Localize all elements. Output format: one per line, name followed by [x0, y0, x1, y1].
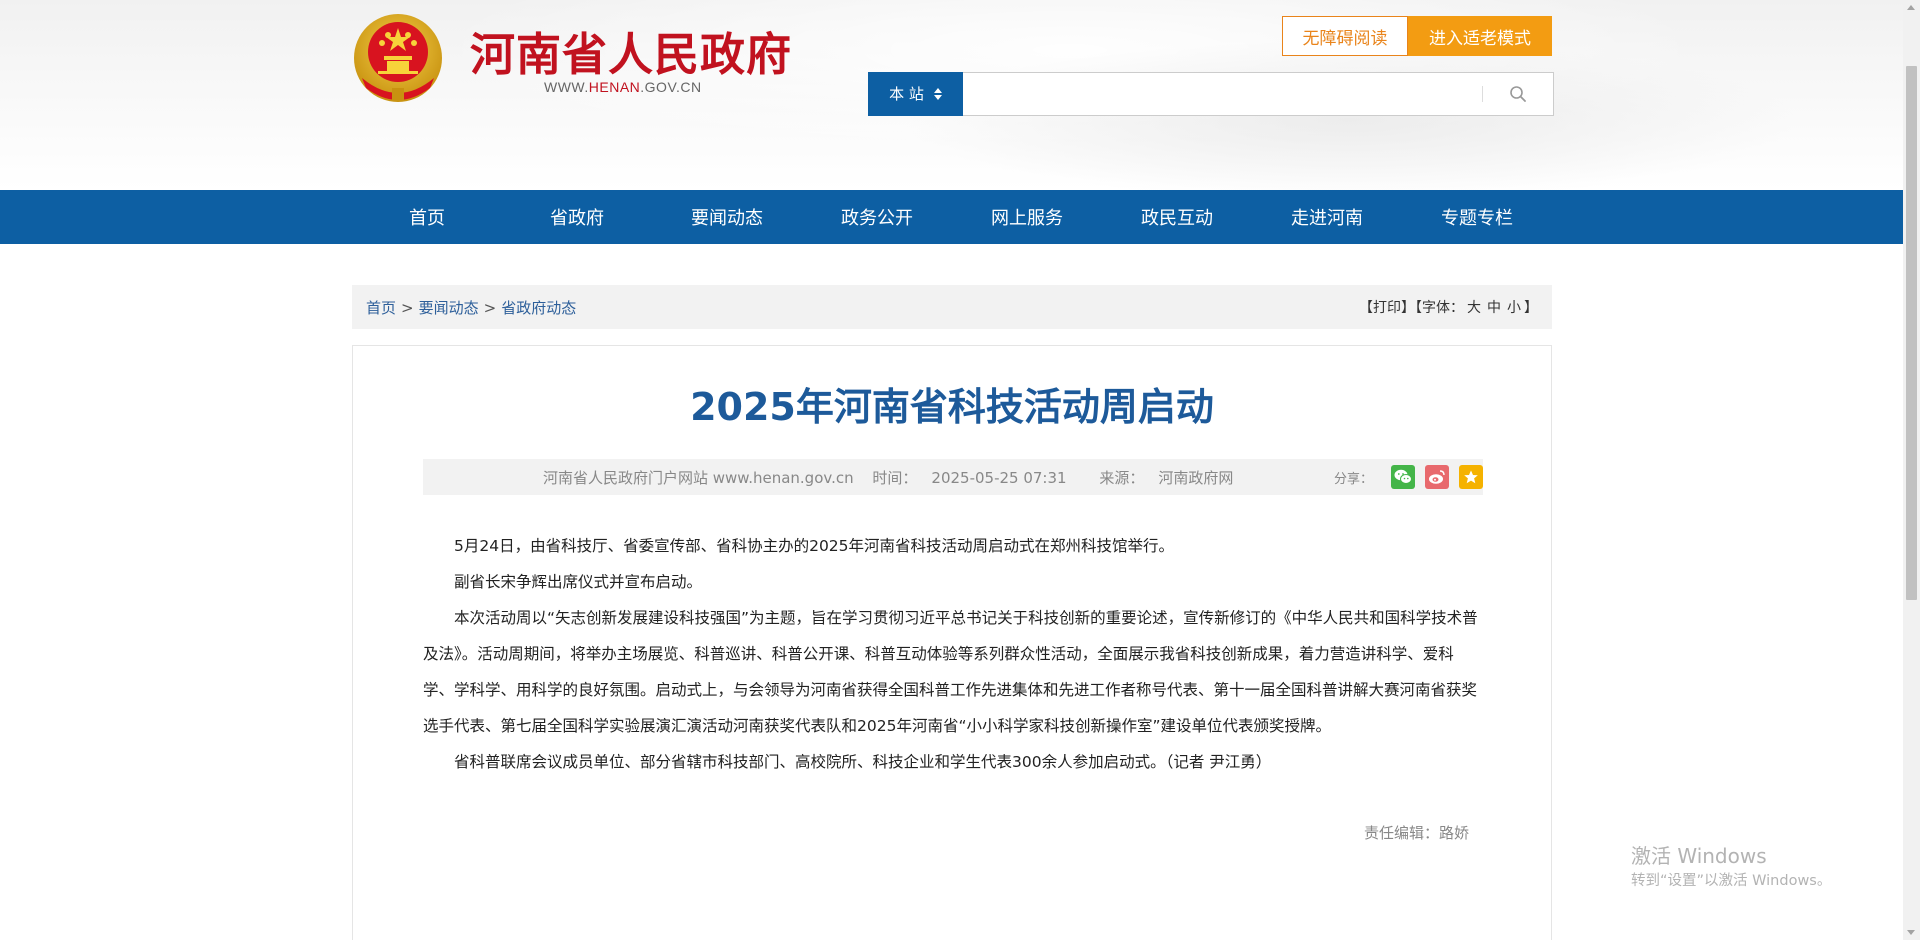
breadcrumb-bar: 首页 > 要闻动态 > 省政府动态 【打印】【字体：大中小】 [352, 285, 1552, 329]
time-label: 时间： [872, 468, 918, 487]
search-button[interactable] [1483, 74, 1553, 114]
font-medium-button[interactable]: 中 [1487, 300, 1501, 316]
breadcrumb-home[interactable]: 首页 [366, 299, 396, 317]
origin-label: 来源： [1099, 468, 1145, 487]
site-url-prefix: WWW. [544, 79, 589, 95]
breadcrumb-gov-news[interactable]: 省政府动态 [501, 299, 576, 317]
site-url-suffix: .GOV.CN [640, 79, 702, 95]
watermark-title: 激活 Windows [1631, 844, 1767, 868]
nav-item-news[interactable]: 要闻动态 [652, 190, 802, 244]
article-time: 时间： 2025-05-25 07:31 [872, 469, 1080, 487]
font-small-button[interactable]: 小 [1507, 300, 1521, 316]
article-paragraph: 5月24日，由省科技厅、省委宣传部、省科协主办的2025年河南省科技活动周启动式… [454, 537, 1175, 555]
scroll-up-arrow-icon[interactable] [1907, 5, 1915, 10]
breadcrumb: 首页 > 要闻动态 > 省政府动态 [366, 297, 576, 318]
time-value: 2025-05-25 07:31 [931, 468, 1067, 487]
article-tools: 【打印】【字体：大中小】 [1359, 297, 1538, 317]
search-scope-label: 本 站 [889, 85, 924, 103]
font-size-label: 【字体： [1415, 300, 1464, 316]
nav-item-online-services[interactable]: 网上服务 [952, 190, 1102, 244]
site-url: WWW.HENAN.GOV.CN [544, 79, 702, 95]
national-emblem-icon [354, 14, 442, 102]
origin-value: 河南政府网 [1158, 468, 1234, 487]
nav-item-about-henan[interactable]: 走进河南 [1252, 190, 1402, 244]
breadcrumb-news[interactable]: 要闻动态 [419, 299, 479, 317]
search-icon [1510, 86, 1526, 102]
article-title: 2025年河南省科技活动周启动 [690, 385, 1214, 429]
page-scrollbar[interactable] [1903, 0, 1920, 940]
article-body: 5月24日，由省科技厅、省委宣传部、省科协主办的2025年河南省科技活动周启动式… [423, 528, 1483, 780]
search-input[interactable] [963, 74, 1482, 114]
nav-item-home[interactable]: 首页 [352, 190, 502, 244]
article-paragraph: 本次活动周以“矢志创新发展建设科技强国”为主题，旨在学习贯彻习近平总书记关于科技… [423, 609, 1478, 735]
share-bar: 分享： [1334, 459, 1483, 495]
weibo-share-icon[interactable] [1425, 465, 1449, 489]
search-bar: 本 站 [868, 71, 1554, 116]
scroll-down-arrow-icon[interactable] [1907, 930, 1915, 935]
breadcrumb-separator: > [401, 298, 414, 317]
article-panel: 2025年河南省科技活动周启动 河南省人民政府门户网站 www.henan.go… [352, 345, 1552, 940]
article-source-site: 河南省人民政府门户网站 www.henan.gov.cn [543, 468, 854, 487]
breadcrumb-separator: > [483, 298, 497, 317]
main-nav: 首页 省政府 要闻动态 政务公开 网上服务 政民互动 走进河南 专题专栏 [0, 190, 1920, 244]
site-url-brand: HENAN [588, 79, 641, 95]
nav-item-provincial-gov[interactable]: 省政府 [502, 190, 652, 244]
font-size-label-close: 】 [1524, 300, 1538, 316]
article-paragraph: 副省长宋争辉出席仪式并宣布启动。 [454, 573, 703, 591]
print-button[interactable]: 【打印】 [1359, 300, 1415, 316]
site-name: 河南省人民政府 [470, 28, 793, 81]
favorite-star-icon[interactable] [1459, 465, 1483, 489]
sort-arrows-icon [933, 87, 942, 100]
scroll-thumb[interactable] [1906, 66, 1917, 600]
nav-item-interaction[interactable]: 政民互动 [1102, 190, 1252, 244]
article-paragraph: 省科普联席会议成员单位、部分省辖市科技部门、高校院所、科技企业和学生代表300余… [454, 753, 1272, 771]
watermark-subtitle: 转到“设置”以激活 Windows。 [1631, 873, 1832, 889]
elder-mode-button[interactable]: 进入适老模式 [1408, 16, 1552, 56]
article-origin: 来源： 河南政府网 [1099, 469, 1247, 487]
article-meta: 河南省人民政府门户网站 www.henan.gov.cn 时间： 2025-05-… [423, 459, 1483, 495]
font-large-button[interactable]: 大 [1467, 300, 1481, 316]
nav-item-gov-affairs[interactable]: 政务公开 [802, 190, 952, 244]
responsible-editor: 责任编辑：路娇 [1363, 824, 1469, 842]
accessible-reading-button[interactable]: 无障碍阅读 [1282, 16, 1408, 56]
article-meta-text: 河南省人民政府门户网站 www.henan.gov.cn 时间： 2025-05-… [543, 467, 1261, 488]
search-scope-select[interactable]: 本 站 [868, 71, 963, 116]
share-label: 分享： [1333, 471, 1373, 487]
site-header: 河南省人民政府 WWW.HENAN.GOV.CN 无障碍阅读 进入适老模式 本 … [0, 0, 1920, 190]
nav-item-special-topics[interactable]: 专题专栏 [1402, 190, 1552, 244]
windows-activation-watermark: 激活 Windows 转到“设置”以激活 Windows。 [1631, 843, 1831, 891]
wechat-share-icon[interactable] [1391, 465, 1415, 489]
